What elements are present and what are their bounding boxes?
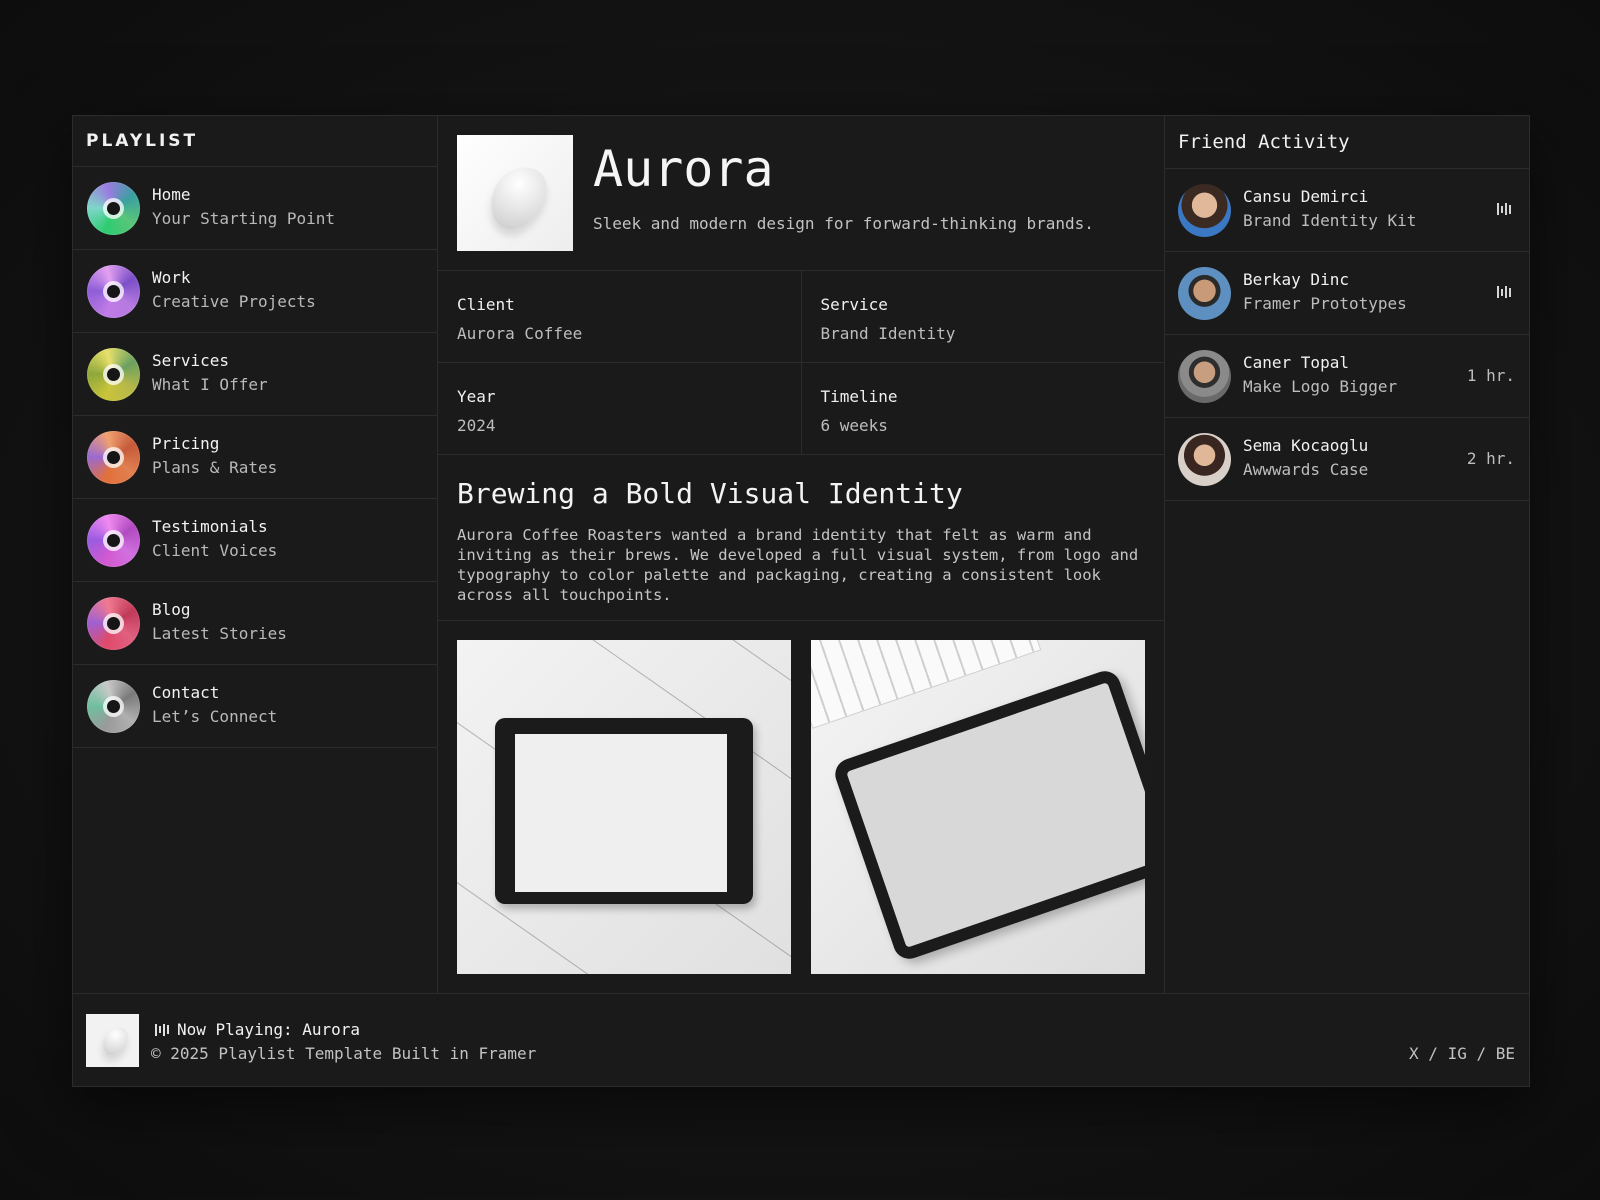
playlist-window: PLAYLIST Home Your Starting Point Work C… xyxy=(72,115,1530,1087)
avatar xyxy=(1178,350,1231,403)
friend-name: Sema Kocaoglu xyxy=(1243,436,1369,455)
friend-activity: Friend Activity Cansu Demirci Brand Iden… xyxy=(1165,116,1529,993)
sidebar-item-label: Testimonials xyxy=(152,517,268,536)
friend-name: Cansu Demirci xyxy=(1243,187,1369,206)
copyright: © 2025 Playlist Template Built in Framer xyxy=(151,1044,537,1063)
now-playing-label: Now Playing: Aurora xyxy=(177,1020,361,1039)
friend-track: Awwwards Case xyxy=(1243,460,1369,479)
project-title: Aurora xyxy=(593,140,774,198)
disc-icon xyxy=(87,514,140,567)
friend-item[interactable]: Berkay Dinc Framer Prototypes xyxy=(1165,252,1529,335)
friend-time: 2 hr. xyxy=(1466,449,1515,468)
equalizer-icon xyxy=(155,1023,169,1036)
sidebar-item-sub: Client Voices xyxy=(152,541,278,560)
sidebar-item-pricing[interactable]: Pricing Plans & Rates xyxy=(73,416,437,499)
playing-icon xyxy=(1497,202,1511,216)
social-links[interactable]: X / IG / BE xyxy=(1409,1044,1515,1063)
avatar xyxy=(1178,184,1231,237)
sidebar-item-label: Pricing xyxy=(152,434,220,453)
disc-icon xyxy=(87,597,140,650)
sidebar-item-sub: Let’s Connect xyxy=(152,707,278,726)
footer: Now Playing: Aurora © 2025 Playlist Temp… xyxy=(73,993,1529,1087)
meta-label: Service xyxy=(820,295,888,314)
meta-label: Timeline xyxy=(820,387,898,406)
sidebar-item-sub: Latest Stories xyxy=(152,624,287,643)
disc-icon xyxy=(87,680,140,733)
project-detail: Aurora Sleek and modern design for forwa… xyxy=(438,116,1165,993)
now-playing-cover[interactable] xyxy=(86,1014,139,1067)
friend-item[interactable]: Cansu Demirci Brand Identity Kit xyxy=(1165,169,1529,252)
friend-item[interactable]: Caner Topal Make Logo Bigger 1 hr. xyxy=(1165,335,1529,418)
sidebar-title: PLAYLIST xyxy=(73,116,437,167)
friend-name: Berkay Dinc xyxy=(1243,270,1349,289)
sidebar-item-services[interactable]: Services What I Offer xyxy=(73,333,437,416)
sidebar-item-label: Home xyxy=(152,185,191,204)
disc-icon xyxy=(87,431,140,484)
sidebar-item-sub: Creative Projects xyxy=(152,292,316,311)
meta-label: Client xyxy=(457,295,515,314)
now-playing: Now Playing: Aurora xyxy=(155,1020,360,1039)
friend-track: Brand Identity Kit xyxy=(1243,211,1417,230)
sidebar-item-sub: Your Starting Point xyxy=(152,209,336,228)
article-title: Brewing a Bold Visual Identity xyxy=(457,477,963,510)
friend-track: Framer Prototypes xyxy=(1243,294,1407,313)
sidebar-item-sub: Plans & Rates xyxy=(152,458,278,477)
friend-name: Caner Topal xyxy=(1243,353,1349,372)
tablet-icon xyxy=(495,718,753,904)
meta-label: Year xyxy=(457,387,496,406)
sidebar-item-testimonials[interactable]: Testimonials Client Voices xyxy=(73,499,437,582)
meta-client: Client Aurora Coffee xyxy=(438,271,802,362)
avatar xyxy=(1178,267,1231,320)
meta-year: Year 2024 xyxy=(438,363,802,454)
meta-row: Year 2024 Timeline 6 weeks xyxy=(438,363,1164,455)
meta-value: 2024 xyxy=(457,416,496,435)
meta-service: Service Brand Identity xyxy=(802,271,1165,362)
sidebar-item-blog[interactable]: Blog Latest Stories xyxy=(73,582,437,665)
sidebar-item-sub: What I Offer xyxy=(152,375,268,394)
drop-shape xyxy=(98,1022,132,1060)
tablet-icon xyxy=(830,666,1145,964)
sidebar-item-label: Contact xyxy=(152,683,220,702)
meta-value: 6 weeks xyxy=(820,416,888,435)
disc-icon xyxy=(87,348,140,401)
gallery xyxy=(438,621,1164,981)
article-body: Aurora Coffee Roasters wanted a brand id… xyxy=(457,526,1139,604)
project-cover-image xyxy=(457,135,573,251)
meta-row: Client Aurora Coffee Service Brand Ident… xyxy=(438,271,1164,363)
disc-icon xyxy=(87,182,140,235)
meta-value: Aurora Coffee xyxy=(457,324,583,343)
playing-icon xyxy=(1497,285,1511,299)
sidebar-item-label: Services xyxy=(152,351,230,370)
project-description: Sleek and modern design for forward-thin… xyxy=(593,214,1094,233)
sidebar-item-contact[interactable]: Contact Let’s Connect xyxy=(73,665,437,748)
sidebar: PLAYLIST Home Your Starting Point Work C… xyxy=(73,116,438,993)
gallery-image[interactable] xyxy=(811,640,1145,974)
article: Brewing a Bold Visual Identity Aurora Co… xyxy=(438,455,1164,621)
friend-item[interactable]: Sema Kocaoglu Awwwards Case 2 hr. xyxy=(1165,418,1529,501)
friend-time: 1 hr. xyxy=(1466,366,1515,385)
friend-track: Make Logo Bigger xyxy=(1243,377,1398,396)
meta-timeline: Timeline 6 weeks xyxy=(802,363,1165,454)
avatar xyxy=(1178,433,1231,486)
sidebar-item-home[interactable]: Home Your Starting Point xyxy=(73,167,437,250)
sidebar-item-label: Blog xyxy=(152,600,191,619)
project-header: Aurora Sleek and modern design for forwa… xyxy=(438,116,1164,271)
sidebar-item-work[interactable]: Work Creative Projects xyxy=(73,250,437,333)
gallery-image[interactable] xyxy=(457,640,791,974)
meta-value: Brand Identity xyxy=(820,324,956,343)
friend-activity-title: Friend Activity xyxy=(1165,116,1529,169)
drop-shape xyxy=(481,157,555,239)
sidebar-item-label: Work xyxy=(152,268,191,287)
disc-icon xyxy=(87,265,140,318)
